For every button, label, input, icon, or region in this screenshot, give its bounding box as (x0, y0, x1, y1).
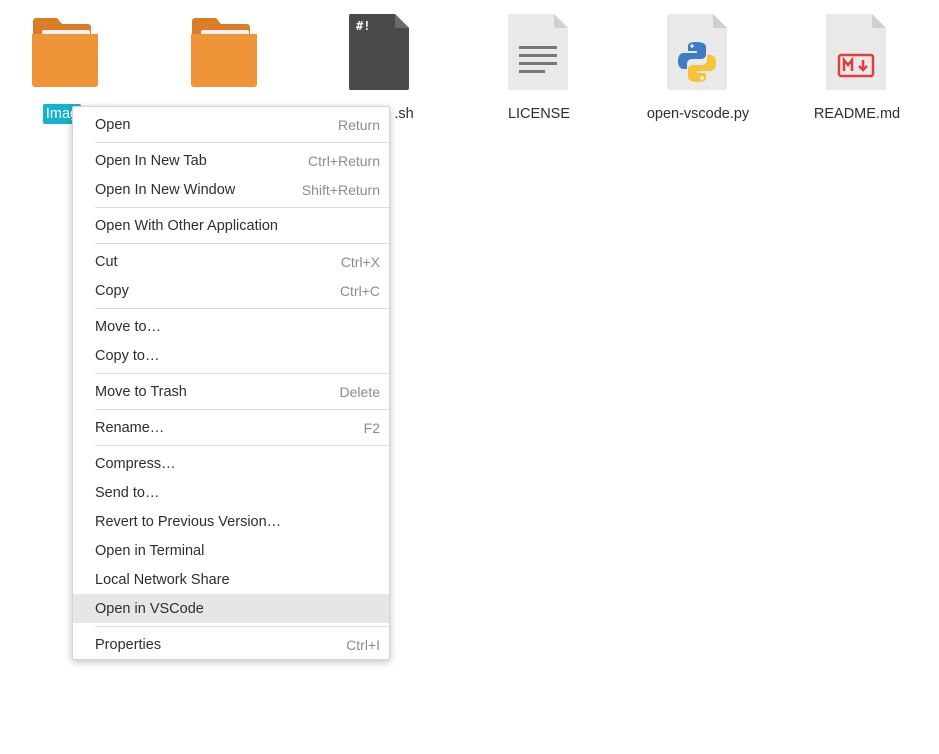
menu-item-shortcut: Return (337, 116, 380, 133)
menu-item-send-to[interactable]: Send to… (73, 478, 389, 507)
menu-item-label: Move to Trash (95, 383, 187, 400)
menu-item-label: Revert to Previous Version… (95, 513, 282, 530)
menu-separator (95, 409, 389, 410)
file-item-license[interactable]: LICENSE (484, 12, 594, 124)
menu-item-local-network-share[interactable]: Local Network Share (73, 565, 389, 594)
menu-item-label: Send to… (95, 484, 160, 501)
file-label: open-vscode.py (646, 106, 750, 122)
menu-item-properties[interactable]: Properties Ctrl+I (73, 630, 389, 659)
menu-item-label: Move to… (95, 318, 162, 335)
menu-separator (95, 626, 389, 627)
menu-item-label: Open in Terminal (95, 542, 205, 559)
menu-item-label: Open In New Tab (95, 152, 207, 169)
menu-separator (95, 243, 389, 244)
menu-separator (95, 142, 389, 143)
menu-item-shortcut: Ctrl+I (346, 636, 380, 653)
menu-item-compress[interactable]: Compress… (73, 449, 389, 478)
menu-item-revert-to-previous-version[interactable]: Revert to Previous Version… (73, 507, 389, 536)
menu-item-shortcut: Ctrl+X (340, 253, 380, 270)
menu-item-move-to-trash[interactable]: Move to Trash Delete (73, 377, 389, 406)
markdown-file-icon (817, 12, 897, 92)
menu-item-open-in-vscode[interactable]: Open in VSCode (73, 594, 389, 623)
file-item-python[interactable]: open-vscode.py (643, 12, 753, 124)
menu-item-move-to[interactable]: Move to… (73, 312, 389, 341)
menu-item-shortcut: Ctrl+C (339, 282, 380, 299)
menu-item-label: Open (95, 116, 131, 133)
file-item-readme[interactable]: README.md (802, 12, 912, 124)
context-menu: Open Return Open In New Tab Ctrl+Return Open… (72, 106, 390, 660)
menu-item-label: Rename… (95, 419, 165, 436)
file-label: LICENSE (507, 106, 571, 122)
menu-item-open[interactable]: Open Return (73, 110, 389, 139)
file-item-folder[interactable] (166, 12, 276, 92)
menu-separator (95, 445, 389, 446)
menu-item-label: Local Network Share (95, 571, 230, 588)
menu-item-open-in-new-tab[interactable]: Open In New Tab Ctrl+Return (73, 146, 389, 175)
menu-item-label: Copy (95, 282, 129, 299)
menu-separator (95, 373, 389, 374)
menu-separator (95, 308, 389, 309)
menu-item-open-in-new-window[interactable]: Open In New Window Shift+Return (73, 175, 389, 204)
python-file-icon (658, 12, 738, 92)
menu-item-shortcut: F2 (363, 419, 380, 436)
file-label: README.md (813, 106, 901, 122)
menu-item-shortcut: Delete (339, 383, 380, 400)
menu-item-copy-to[interactable]: Copy to… (73, 341, 389, 370)
text-file-icon (499, 12, 579, 92)
menu-item-open-in-terminal[interactable]: Open in Terminal (73, 536, 389, 565)
menu-item-shortcut: Ctrl+Return (308, 152, 380, 169)
menu-item-label: Properties (95, 636, 162, 653)
menu-item-label: Open With Other Application (95, 217, 278, 234)
file-manager-view: Imag #! .sh LICENSE open-vscode.py READM… (0, 0, 939, 754)
file-label: .sh (394, 106, 414, 122)
menu-item-label: Copy to… (95, 347, 160, 364)
folder-icon (22, 12, 102, 92)
menu-item-copy[interactable]: Copy Ctrl+C (73, 276, 389, 305)
menu-item-cut[interactable]: Cut Ctrl+X (73, 247, 389, 276)
menu-item-label: Open in VSCode (95, 600, 204, 617)
menu-item-label: Cut (95, 253, 118, 270)
menu-item-open-with-other-application[interactable]: Open With Other Application (73, 211, 389, 240)
folder-icon (181, 12, 261, 92)
menu-item-rename[interactable]: Rename… F2 (73, 413, 389, 442)
menu-item-label: Open In New Window (95, 181, 236, 198)
shell-script-icon: #! (340, 12, 420, 92)
menu-separator (95, 207, 389, 208)
menu-item-shortcut: Shift+Return (301, 181, 380, 198)
menu-item-label: Compress… (95, 455, 176, 472)
svg-text:#!: #! (356, 19, 370, 33)
